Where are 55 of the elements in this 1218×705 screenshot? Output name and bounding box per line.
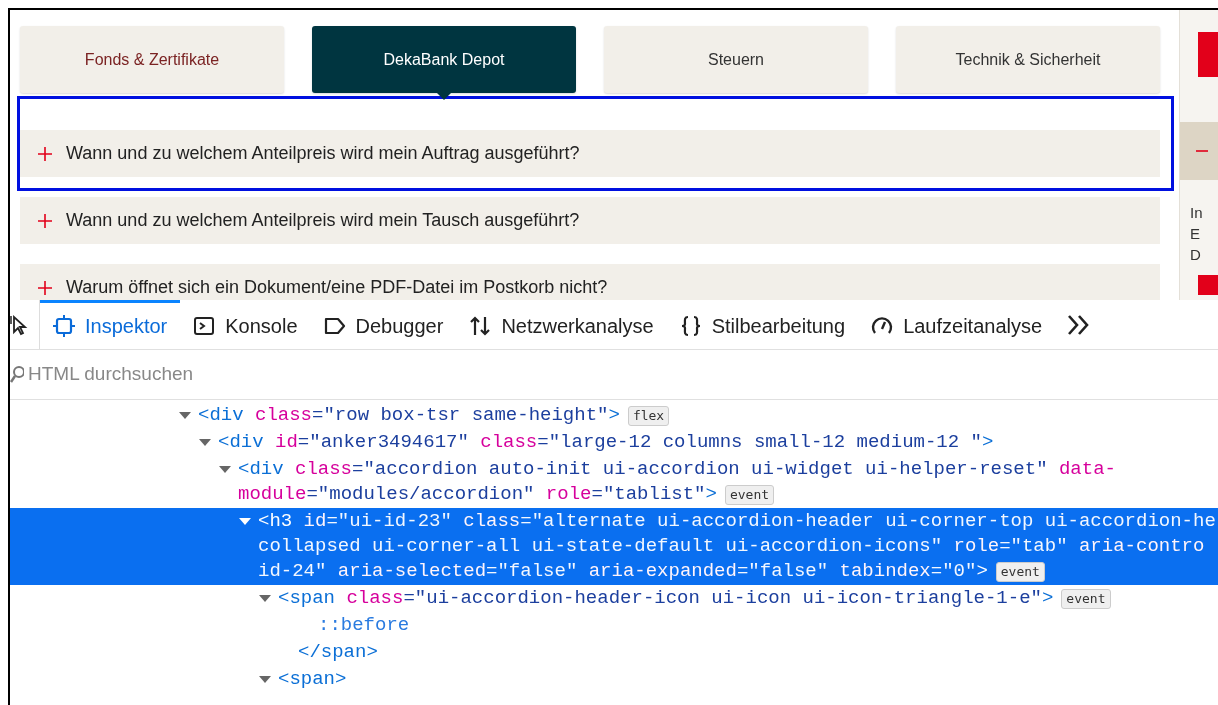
code-line: <span>: [278, 667, 347, 692]
tag-icon: [323, 315, 346, 337]
frame-icon: [53, 315, 75, 337]
tree-row[interactable]: <div id="anker3494617" class="large-12 columns small-12 medium-12 ">: [10, 429, 1218, 456]
cursor-icon: [10, 313, 28, 336]
faq-item[interactable]: Wann und zu welchem Anteilpreis wird mein Auftrag ausgeführt?: [20, 130, 1160, 177]
code-line: ::before: [318, 613, 410, 638]
code-line: <div class="row box-tsr same-height">: [198, 403, 620, 428]
plus-icon: [38, 213, 52, 228]
search-field[interactable]: HTML durchsuchen: [28, 360, 428, 389]
tree-row[interactable]: [10, 508, 1218, 585]
braces-icon: [679, 315, 702, 337]
sidebar-text: In: [1190, 203, 1204, 223]
code-line: <div class="accordion auto-init ui-accordion ui-widget ui-helper-reset" data-: [238, 457, 1116, 482]
category-tab[interactable]: Steuern: [604, 26, 868, 93]
code-line: <div id="anker3494617" class="large-12 columns small-12 medium-12 ">: [218, 430, 994, 455]
category-tab[interactable]: Fonds & Zertifikate: [20, 26, 284, 93]
tree-row[interactable]: <span>: [10, 666, 1218, 693]
code-line: </span>: [298, 640, 378, 665]
event-badge[interactable]: event: [995, 561, 1045, 582]
category-tab[interactable]: Technik & Sicherheit: [896, 26, 1160, 93]
code-line: collapsed ui-corner-all ui-state-default ui-accordion-icons" role="tab" aria-contro: [258, 534, 1205, 559]
code-line: <h3 id="ui-id-23" class="alternate ui-accordion-header ui-corner-top ui-accordion-he: [258, 509, 1216, 534]
pointer-icon: [437, 93, 451, 100]
faq-item[interactable]: Wann und zu welchem Anteilpreis wird mein Tausch ausgeführt?: [20, 197, 1160, 244]
devtools-tab[interactable]: Debugger: [310, 300, 457, 349]
faq-item[interactable]: Warum öffnet sich ein Dokument/eine PDF-Datei im Postkorb nicht?: [20, 264, 1160, 300]
event-badge[interactable]: flex: [627, 405, 670, 426]
devtools-tab[interactable]: Stilbearbeitung: [666, 300, 859, 349]
accent-bar: [1198, 275, 1218, 295]
arrows-icon: [469, 315, 492, 337]
devtools-tab[interactable]: Netzwerkanalyse: [456, 300, 667, 349]
category-tab[interactable]: DekaBank Depot: [312, 26, 576, 93]
event-badge[interactable]: event: [724, 484, 775, 505]
devtools-tab[interactable]: Laufzeitanalyse: [858, 300, 1056, 349]
tree-row[interactable]: <span class="ui-accordion-header-icon ui-icon ui-icon-triangle-1-e"> event: [10, 585, 1218, 612]
tree-row[interactable]: <div class="accordion auto-init ui-accordion ui-widget ui-helper-reset" data- module="modules/accordion" role="tablist"> event: [10, 456, 1218, 508]
code-line: module="modules/accordion" role="tablist">: [238, 482, 717, 507]
sidebar-text: D: [1190, 245, 1202, 265]
tree-row[interactable]: ::before: [10, 612, 1218, 639]
search-icon: [10, 365, 24, 384]
chevrons-icon: [1067, 313, 1090, 336]
devtools-tab[interactable]: Konsole: [180, 300, 311, 349]
sidebar-text: E: [1190, 224, 1201, 244]
plus-icon: [38, 146, 52, 161]
devtools-tab[interactable]: Inspektor: [40, 300, 181, 349]
tree-row[interactable]: <div class="row box-tsr same-height"> flex: [10, 402, 1218, 429]
tree-row[interactable]: </span>: [10, 639, 1218, 666]
console-icon: [193, 315, 216, 337]
code-line: <span class="ui-accordion-header-icon ui-icon ui-icon-triangle-1-e">: [278, 586, 1054, 611]
minus-icon: [1196, 150, 1208, 152]
accent-bar: [1198, 32, 1218, 77]
code-line: id-24" aria-selected="false" aria-expanded="false" tabindex="0">: [258, 559, 988, 584]
event-badge[interactable]: event: [1061, 588, 1111, 609]
plus-icon: [38, 280, 52, 295]
